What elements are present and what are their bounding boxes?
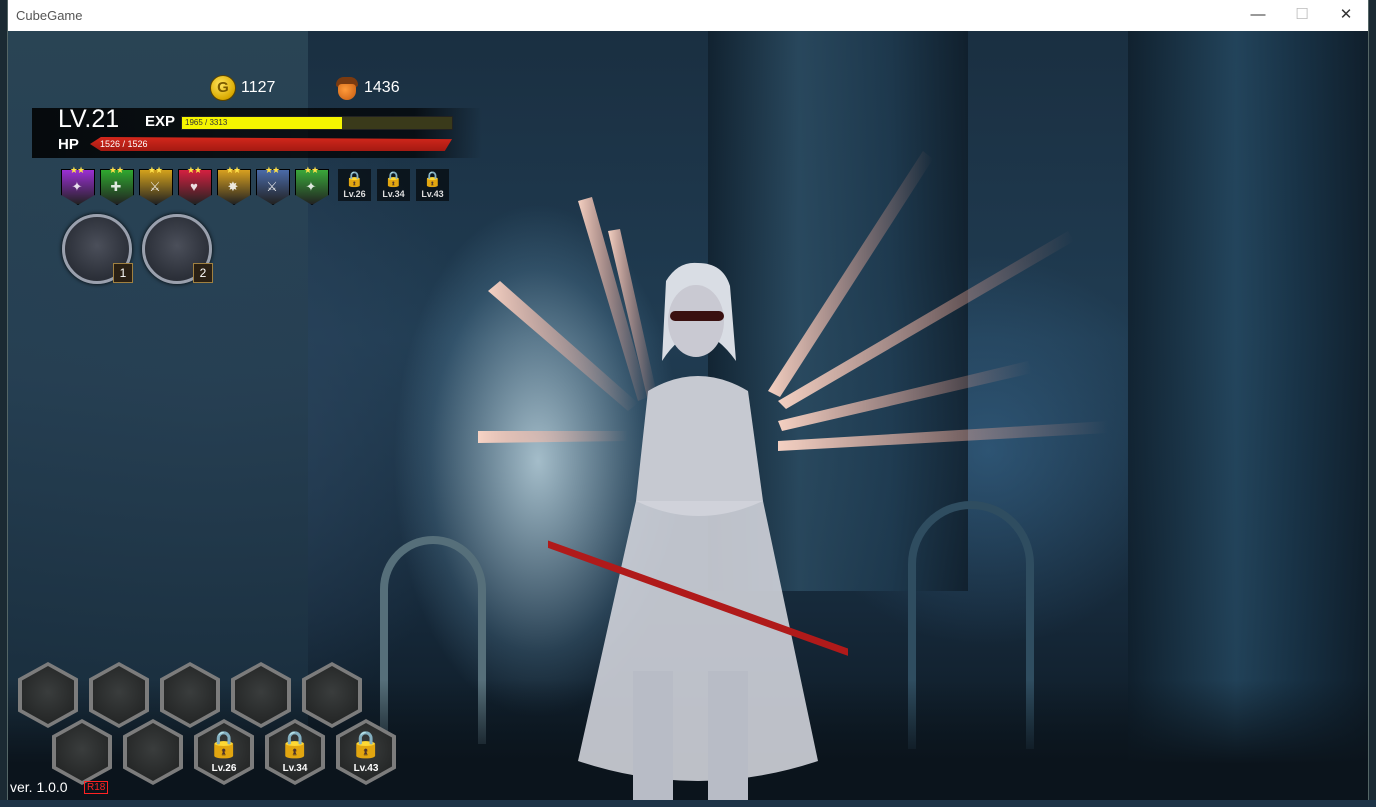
slot-inner: [164, 666, 216, 724]
locked-badge-slot: 🔒 Lv.26: [338, 169, 371, 201]
gold-burst-badge-icon[interactable]: ★★ ✸: [216, 165, 251, 205]
red-heart-badge-icon[interactable]: ★★ ♥: [177, 165, 212, 205]
lock-icon: 🔒: [345, 171, 364, 188]
lock-icon: 🔒: [207, 729, 241, 759]
unlock-level: Lv.26: [343, 189, 366, 199]
badge-glyph: ⚔: [266, 179, 278, 194]
acorn-icon: [335, 75, 359, 101]
acorn-amount: 1436: [364, 79, 400, 96]
badge-glyph: ✦: [71, 179, 83, 194]
exp-value: 1965 / 3313: [185, 118, 228, 127]
gold-amount: 1127: [241, 79, 276, 96]
badge-glyph: ⚔: [149, 179, 161, 194]
slot-inner: [93, 666, 145, 724]
blue-sword-badge-icon[interactable]: ★★ ⚔: [255, 165, 290, 205]
badge-stars: ★★: [264, 165, 280, 175]
close-button[interactable]: ✕: [1324, 4, 1368, 26]
slot-inner: [56, 723, 108, 781]
skill-slot-1[interactable]: 1: [62, 214, 133, 284]
badge-stars: ★★: [108, 165, 124, 175]
badge-stars: ★★: [225, 165, 241, 175]
exp-bar: 1965 / 3313: [181, 116, 453, 130]
badge-glyph: ✦: [305, 179, 317, 194]
player-level: LV.21: [58, 105, 120, 133]
badge-glyph: ✸: [227, 179, 239, 194]
gold-sword-badge-icon[interactable]: ★★ ⚔: [138, 165, 173, 205]
unlock-level: Lv.34: [382, 189, 405, 199]
green-star-badge-icon[interactable]: ★★ ✦: [294, 165, 329, 205]
hp-value: 1526 / 1526: [100, 139, 148, 149]
lock-icon: 🔒: [384, 171, 403, 188]
minimize-button[interactable]: —: [1236, 4, 1280, 26]
badge-stars: ★★: [147, 165, 163, 175]
exp-label: EXP: [145, 113, 176, 130]
game-window: CubeGame — ☐ ✕ G 1127 1436 LV.21 EXP 196…: [8, 0, 1368, 800]
unlock-level: Lv.34: [282, 763, 308, 774]
game-viewport[interactable]: G 1127 1436 LV.21 EXP 1965 / 3313 HP 152…: [8, 31, 1368, 800]
skill-slot-number: 1: [113, 263, 133, 283]
slot-inner: [22, 666, 74, 724]
lock-icon: 🔒: [349, 729, 383, 759]
title-bar: CubeGame — ☐ ✕: [8, 0, 1368, 32]
slot-inner: [306, 666, 358, 724]
slot-inner: [235, 666, 287, 724]
unlock-level: Lv.43: [353, 763, 379, 774]
lock-icon: 🔒: [278, 729, 312, 759]
locked-badge-slot: 🔒 Lv.34: [377, 169, 410, 201]
badge-stars: ★★: [69, 165, 85, 175]
age-rating-badge: R18: [84, 781, 109, 794]
locked-badge-slots: 🔒 Lv.26 🔒 Lv.34 🔒 Lv.43: [338, 169, 449, 201]
lock-icon: 🔒: [423, 171, 442, 188]
acorn-counter: 1436: [335, 75, 400, 101]
slot-inner: [127, 723, 179, 781]
desktop-taskbar: [0, 800, 1376, 807]
green-badge-icon[interactable]: ★★ ✚: [99, 165, 134, 205]
locked-badge-slot: 🔒 Lv.43: [416, 169, 449, 201]
version-label: ver. 1.0.0: [10, 779, 68, 795]
maximize-button[interactable]: ☐: [1280, 4, 1324, 26]
skill-slot-number: 2: [193, 263, 213, 283]
purple-gem-badge-icon[interactable]: ★★ ✦: [60, 165, 95, 205]
buff-badges: ★★ ✦ ★★ ✚ ★★ ⚔ ★★ ♥ ★★ ✸ ★★ ⚔ ★★ ✦: [60, 165, 329, 205]
hp-label: HP: [58, 136, 79, 153]
skill-slot-2[interactable]: 2: [142, 214, 213, 284]
unlock-level: Lv.43: [421, 189, 444, 199]
window-title: CubeGame: [16, 8, 83, 23]
badge-stars: ★★: [303, 165, 319, 175]
badge-stars: ★★: [186, 165, 202, 175]
badge-glyph: ♥: [190, 179, 198, 194]
badge-glyph: ✚: [110, 179, 122, 194]
unlock-level: Lv.26: [211, 763, 237, 774]
gold-counter: G 1127: [210, 75, 275, 101]
gold-coin-icon: G: [210, 75, 236, 101]
player-character[interactable]: [548, 241, 848, 800]
